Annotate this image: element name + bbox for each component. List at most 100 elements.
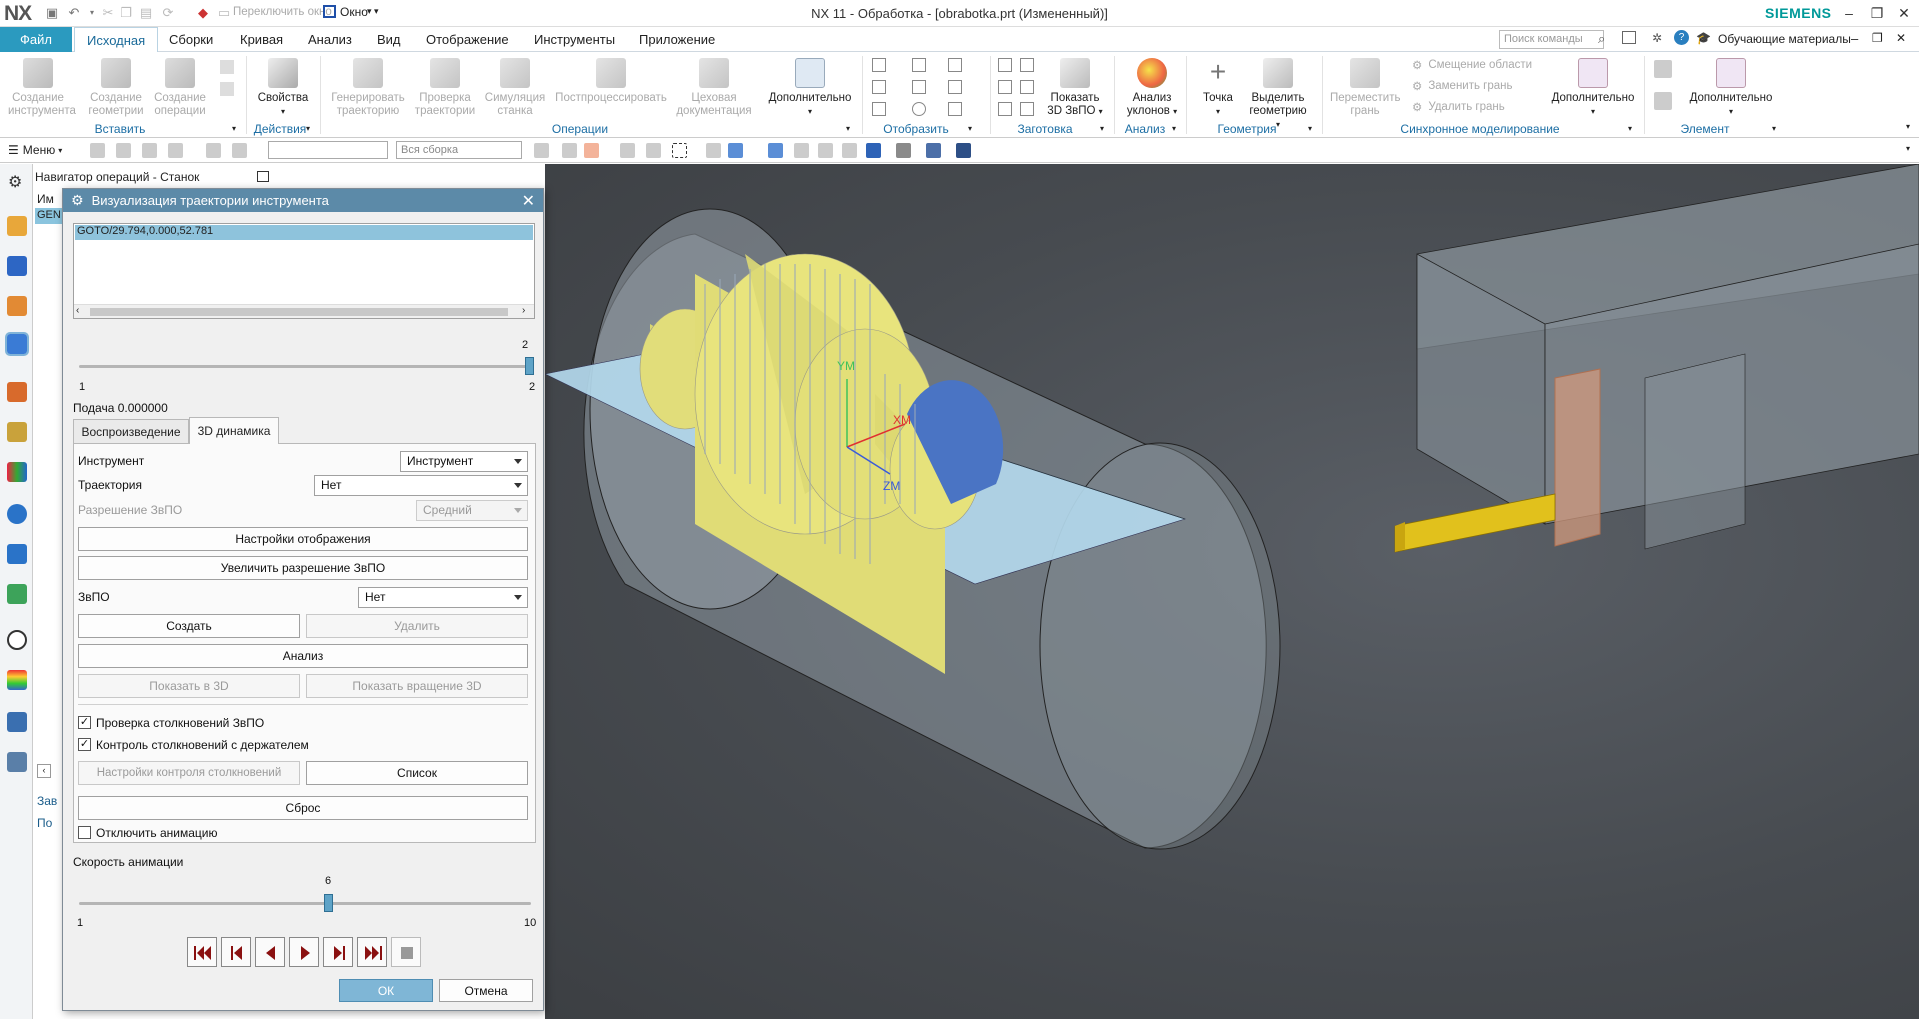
- display-tool-5[interactable]: [912, 80, 926, 94]
- graphics-viewport[interactable]: YM XM ZM: [545, 164, 1919, 1019]
- help-icon[interactable]: ?: [1674, 30, 1689, 45]
- machine-tool-navigator-icon[interactable]: [7, 216, 27, 236]
- tab-curve[interactable]: Кривая: [228, 27, 295, 52]
- history-icon[interactable]: [7, 544, 27, 564]
- roles-icon[interactable]: [7, 752, 27, 772]
- switch-window-icon[interactable]: ▭: [216, 5, 232, 21]
- step-forward-button[interactable]: [323, 937, 353, 967]
- file-menu[interactable]: Файл: [0, 27, 72, 52]
- blank-group-dropdown-icon[interactable]: ▾: [1100, 124, 1104, 133]
- operation-navigator-icon[interactable]: [5, 332, 29, 356]
- collision-settings-button[interactable]: Настройки контроля столкновений: [78, 761, 300, 785]
- cl-listbox[interactable]: GOTO/29.794,0.000,52.781 ‹ ›: [73, 223, 535, 319]
- switch-window-label[interactable]: Переключить окно: [233, 6, 332, 18]
- create-geometry-button[interactable]: Создание геометрии: [86, 58, 146, 118]
- analysis-group-dropdown-icon[interactable]: ▾: [1172, 124, 1176, 133]
- element-tool-2[interactable]: [1654, 92, 1672, 110]
- blank-tool-1[interactable]: [998, 58, 1012, 72]
- replace-face-button[interactable]: ⚙ Заменить грань: [1412, 79, 1513, 93]
- cl-list-item[interactable]: GOTO/29.794,0.000,52.781: [75, 225, 533, 240]
- tab-home[interactable]: Исходная: [74, 27, 159, 52]
- rotate-view-icon[interactable]: [818, 143, 833, 158]
- orient-view-icon[interactable]: [866, 143, 881, 158]
- sync-more-button[interactable]: Дополнительно ▾: [1546, 58, 1640, 118]
- display-tool-6[interactable]: [948, 80, 962, 94]
- toolbar-icon-4[interactable]: [168, 143, 183, 158]
- navigator-scroll-left[interactable]: ‹: [37, 764, 51, 778]
- tab-display[interactable]: Отображение: [414, 27, 521, 52]
- sync-group-dropdown-icon[interactable]: ▾: [1628, 124, 1632, 133]
- ribbon-options-icon[interactable]: ▾: [1906, 122, 1910, 131]
- scroll-left-icon[interactable]: ‹: [76, 305, 79, 316]
- cut-icon[interactable]: ✂: [100, 5, 116, 21]
- blank-tool-3[interactable]: [998, 102, 1012, 116]
- toolbar-icon-8[interactable]: [562, 143, 577, 158]
- toolbar-icon-13[interactable]: [728, 143, 743, 158]
- toolbar-icon-6[interactable]: [232, 143, 247, 158]
- ipw-resolution-select[interactable]: Средний: [416, 500, 528, 521]
- display-group-dropdown-icon[interactable]: ▾: [968, 124, 972, 133]
- blank-tool-2[interactable]: [998, 80, 1012, 94]
- scroll-thumb[interactable]: [90, 308, 508, 316]
- ipw-select[interactable]: Нет: [358, 587, 528, 608]
- verify-path-button[interactable]: Проверка траектории: [410, 58, 480, 118]
- reset-button[interactable]: Сброс: [78, 796, 528, 820]
- settings-gear-icon[interactable]: ⚙: [8, 172, 22, 192]
- toolbar-icon-2[interactable]: [116, 143, 131, 158]
- navigator-maximize-icon[interactable]: [257, 171, 269, 182]
- animation-speed-thumb[interactable]: [324, 894, 333, 912]
- element-tool-1[interactable]: [1654, 60, 1672, 78]
- part-navigator-icon[interactable]: [7, 382, 27, 402]
- copy-icon[interactable]: ❐: [118, 5, 134, 21]
- inner-minimize-button[interactable]: –: [1851, 31, 1858, 46]
- point-button[interactable]: + Точка ▾: [1192, 58, 1244, 118]
- stop-button[interactable]: [391, 937, 421, 967]
- navigator-bottom-tab-2[interactable]: По: [37, 816, 52, 830]
- toolbar-icon-1[interactable]: [90, 143, 105, 158]
- collision-list-button[interactable]: Список: [306, 761, 528, 785]
- animation-speed-track[interactable]: [79, 902, 531, 905]
- postprocess-button[interactable]: Постпроцессировать: [552, 58, 670, 105]
- minimize-button[interactable]: –: [1838, 3, 1860, 23]
- properties-button[interactable]: Свойства ▾: [253, 58, 313, 118]
- dialog-close-icon[interactable]: ✕: [522, 191, 535, 211]
- repeat-command-icon[interactable]: ⟳: [160, 5, 176, 21]
- display-tool-1[interactable]: [872, 58, 886, 72]
- toolbar-icon-10[interactable]: [620, 143, 635, 158]
- touch-mode-icon[interactable]: ◆: [195, 5, 211, 21]
- reuse-library-icon[interactable]: [7, 422, 27, 442]
- forward-to-end-button[interactable]: [357, 937, 387, 967]
- section-view-icon[interactable]: [956, 143, 971, 158]
- create-tool-button[interactable]: Создание инструмента: [8, 58, 76, 118]
- tool-select[interactable]: Инструмент: [400, 451, 528, 472]
- command-search-input[interactable]: Поиск команды: [1499, 30, 1604, 49]
- render-style-icon[interactable]: [896, 143, 911, 158]
- path-select[interactable]: Нет: [314, 475, 528, 496]
- increase-ipw-resolution-button[interactable]: Увеличить разрешение ЗвПО: [78, 556, 528, 580]
- show-in-3d-button[interactable]: Показать в 3D: [78, 674, 300, 698]
- toolbar-options-icon[interactable]: ▾: [1906, 144, 1910, 153]
- actions-group-dropdown-icon[interactable]: ▾: [306, 124, 310, 133]
- display-tool-4[interactable]: [872, 80, 886, 94]
- show-rotation-3d-button[interactable]: Показать вращение 3D: [306, 674, 528, 698]
- save-icon[interactable]: ▣: [44, 5, 60, 21]
- window-menu-dropdown-icon[interactable]: ▾ ▾: [367, 6, 379, 17]
- cancel-button[interactable]: Отмена: [439, 979, 533, 1002]
- show-ipw-button[interactable]: Показать 3D ЗвПО ▾: [1042, 58, 1108, 118]
- undo-dropdown-icon[interactable]: ▾: [84, 5, 100, 21]
- step-back-button[interactable]: [221, 937, 251, 967]
- create-operation-button[interactable]: Создание операции: [150, 58, 210, 118]
- window-layout-icon[interactable]: [1622, 31, 1636, 44]
- toolbar-icon-9[interactable]: [584, 143, 599, 158]
- draft-analysis-button[interactable]: Анализ уклонов ▾: [1120, 58, 1184, 118]
- extract-geometry-button[interactable]: Выделить геометрию ▾: [1246, 58, 1310, 131]
- layer-icon[interactable]: [926, 143, 941, 158]
- zoom-icon[interactable]: [794, 143, 809, 158]
- rectangle-select-icon[interactable]: [672, 143, 687, 158]
- paste-icon[interactable]: ▤: [138, 5, 154, 21]
- ok-button[interactable]: ОК: [339, 979, 433, 1002]
- play-forward-button[interactable]: [289, 937, 319, 967]
- insert-group-dropdown-icon[interactable]: ▾: [232, 124, 236, 133]
- toolbar-icon-7[interactable]: [534, 143, 549, 158]
- blank-tool-5[interactable]: [1020, 80, 1034, 94]
